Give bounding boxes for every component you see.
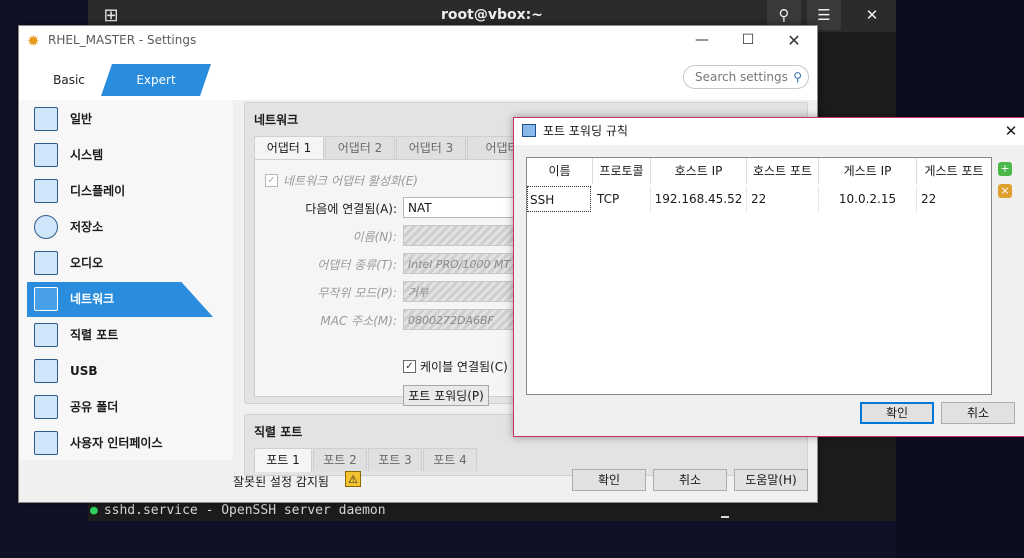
- sidebar-item-label: 오디오: [70, 256, 104, 270]
- user-interface-icon: [34, 431, 58, 455]
- serial-port-icon: [34, 323, 58, 347]
- column-header-guest-port[interactable]: 게스트 포트: [917, 158, 991, 184]
- tab-basic[interactable]: Basic: [29, 64, 109, 96]
- column-header-host-port[interactable]: 호스트 포트: [747, 158, 819, 184]
- tab-adapter-2[interactable]: 어댑터 2: [325, 136, 395, 159]
- port-forwarding-button[interactable]: 포트 포워딩(P): [403, 385, 489, 406]
- cell-guest-port[interactable]: 22: [917, 186, 991, 212]
- column-header-name[interactable]: 이름: [527, 158, 593, 184]
- attached-to-label: 다음에 연결됨(A):: [305, 202, 397, 216]
- port-forwarding-title: 포트 포워딩 규칙: [543, 124, 628, 138]
- search-icon: ⚲: [793, 70, 802, 84]
- adapter-type-label: 어댑터 종류(T):: [317, 258, 397, 272]
- cell-guest-ip[interactable]: 10.0.2.15: [819, 186, 917, 212]
- maximize-button[interactable]: ☐: [725, 26, 771, 55]
- name-label: 이름(N):: [352, 230, 397, 244]
- sidebar-item-label: 디스플레이: [70, 184, 126, 198]
- sidebar-item-label: 공유 폴더: [70, 400, 119, 414]
- settings-footer: 잘못된 설정 감지됨 ⚠ 확인 취소 도움말(H): [19, 460, 817, 502]
- settings-topbar: Basic Expert Search settings ⚲: [19, 56, 817, 100]
- display-monitor-icon: [34, 179, 58, 203]
- cell-host-ip[interactable]: 192.168.45.52: [651, 186, 747, 212]
- sidebar-item-general[interactable]: 일반: [27, 102, 211, 137]
- tab-adapter-3[interactable]: 어댑터 3: [396, 136, 466, 159]
- terminal-output-text: sshd.service - OpenSSH server daemon: [103, 503, 386, 518]
- serial-section-title: 직렬 포트: [254, 425, 303, 439]
- shared-folder-icon: [34, 395, 58, 419]
- cable-connected-checkbox[interactable]: ✓: [403, 360, 416, 373]
- sidebar-item-label: 직렬 포트: [70, 328, 119, 342]
- sidebar-item-system[interactable]: 시스템: [27, 138, 211, 173]
- new-tab-icon[interactable]: ⊞: [100, 5, 122, 27]
- cell-host-port[interactable]: 22: [747, 186, 819, 212]
- invalid-settings-text: 잘못된 설정 감지됨: [233, 475, 329, 489]
- search-settings-placeholder: Search settings: [695, 70, 788, 84]
- enable-adapter-checkbox[interactable]: ✓: [265, 174, 278, 187]
- ok-button[interactable]: 확인: [572, 469, 646, 491]
- system-chip-icon: [34, 143, 58, 167]
- tab-expert[interactable]: Expert: [101, 64, 211, 96]
- column-header-guest-ip[interactable]: 게스트 IP: [819, 158, 917, 184]
- warning-icon[interactable]: ⚠: [345, 471, 361, 487]
- sidebar-item-label: 저장소: [70, 220, 104, 234]
- virtualbox-gear-icon: ✹: [27, 32, 40, 50]
- enable-adapter-label: 네트워크 어댑터 활성화(E): [283, 174, 418, 188]
- promiscuous-mode-label: 무작위 모드(P):: [317, 286, 397, 300]
- cell-name[interactable]: SSH: [527, 186, 591, 212]
- sidebar-item-label: USB: [70, 364, 98, 378]
- sidebar-item-network[interactable]: 네트워크: [27, 282, 213, 317]
- sidebar-item-display[interactable]: 디스플레이: [27, 174, 211, 209]
- network-section-title: 네트워크: [254, 113, 299, 127]
- remove-rule-icon[interactable]: ×: [998, 184, 1012, 198]
- terminal-cursor: [721, 516, 729, 518]
- dialog-ok-button[interactable]: 확인: [860, 402, 934, 424]
- help-button[interactable]: 도움말(H): [734, 469, 808, 491]
- sidebar-item-shared-folders[interactable]: 공유 폴더: [27, 390, 211, 425]
- terminal-close-button[interactable]: ✕: [855, 0, 889, 30]
- mac-address-label: MAC 주소(M):: [320, 314, 397, 328]
- port-forwarding-dialog: 포트 포워딩 규칙 ✕ 이름 프로토콜 호스트 IP 호스트 포트 게스트 IP…: [513, 117, 1024, 437]
- network-icon: [34, 287, 58, 311]
- sidebar-item-label: 시스템: [70, 148, 104, 162]
- sidebar-item-label: 일반: [70, 112, 93, 126]
- add-rule-icon[interactable]: +: [998, 162, 1012, 176]
- rules-table: 이름 프로토콜 호스트 IP 호스트 포트 게스트 IP 게스트 포트 SSH …: [526, 157, 992, 395]
- general-icon: [34, 107, 58, 131]
- sidebar-item-audio[interactable]: 오디오: [27, 246, 211, 281]
- port-forwarding-icon: [522, 124, 536, 137]
- terminal-output-line: ● sshd.service - OpenSSH server daemon: [90, 503, 386, 518]
- cell-protocol[interactable]: TCP: [593, 186, 651, 212]
- sidebar-item-usb[interactable]: USB: [27, 354, 211, 389]
- dialog-cancel-button[interactable]: 취소: [941, 402, 1015, 424]
- settings-window-title: RHEL_MASTER - Settings: [48, 33, 197, 47]
- sidebar-item-serial-port[interactable]: 직렬 포트: [27, 318, 211, 353]
- cancel-button[interactable]: 취소: [653, 469, 727, 491]
- sidebar-item-label: 사용자 인터페이스: [70, 436, 163, 450]
- column-header-host-ip[interactable]: 호스트 IP: [651, 158, 747, 184]
- rules-table-header: 이름 프로토콜 호스트 IP 호스트 포트 게스트 IP 게스트 포트: [527, 158, 991, 184]
- tab-adapter-1[interactable]: 어댑터 1: [254, 136, 324, 160]
- search-settings-input[interactable]: Search settings ⚲: [683, 65, 809, 89]
- sidebar-item-storage[interactable]: 저장소: [27, 210, 211, 245]
- sidebar-item-label: 네트워크: [70, 292, 115, 306]
- settings-titlebar: ✹ RHEL_MASTER - Settings — ☐ ✕: [19, 26, 817, 56]
- usb-icon: [34, 359, 58, 383]
- cable-connected-label: 케이블 연결됨(C): [420, 360, 508, 374]
- status-dot-icon: ●: [90, 503, 98, 518]
- storage-disk-icon: [34, 215, 58, 239]
- minimize-button[interactable]: —: [679, 26, 725, 55]
- audio-speaker-icon: [34, 251, 58, 275]
- settings-sidebar: 일반 시스템 디스플레이 저장소 오디오 네트워크 직렬 포트 USB 공유 폴…: [19, 100, 233, 460]
- close-button[interactable]: ✕: [771, 26, 817, 55]
- close-button[interactable]: ✕: [1000, 118, 1022, 145]
- port-forwarding-titlebar: 포트 포워딩 규칙 ✕: [514, 118, 1024, 145]
- sidebar-item-user-interface[interactable]: 사용자 인터페이스: [27, 426, 211, 461]
- column-header-protocol[interactable]: 프로토콜: [593, 158, 651, 184]
